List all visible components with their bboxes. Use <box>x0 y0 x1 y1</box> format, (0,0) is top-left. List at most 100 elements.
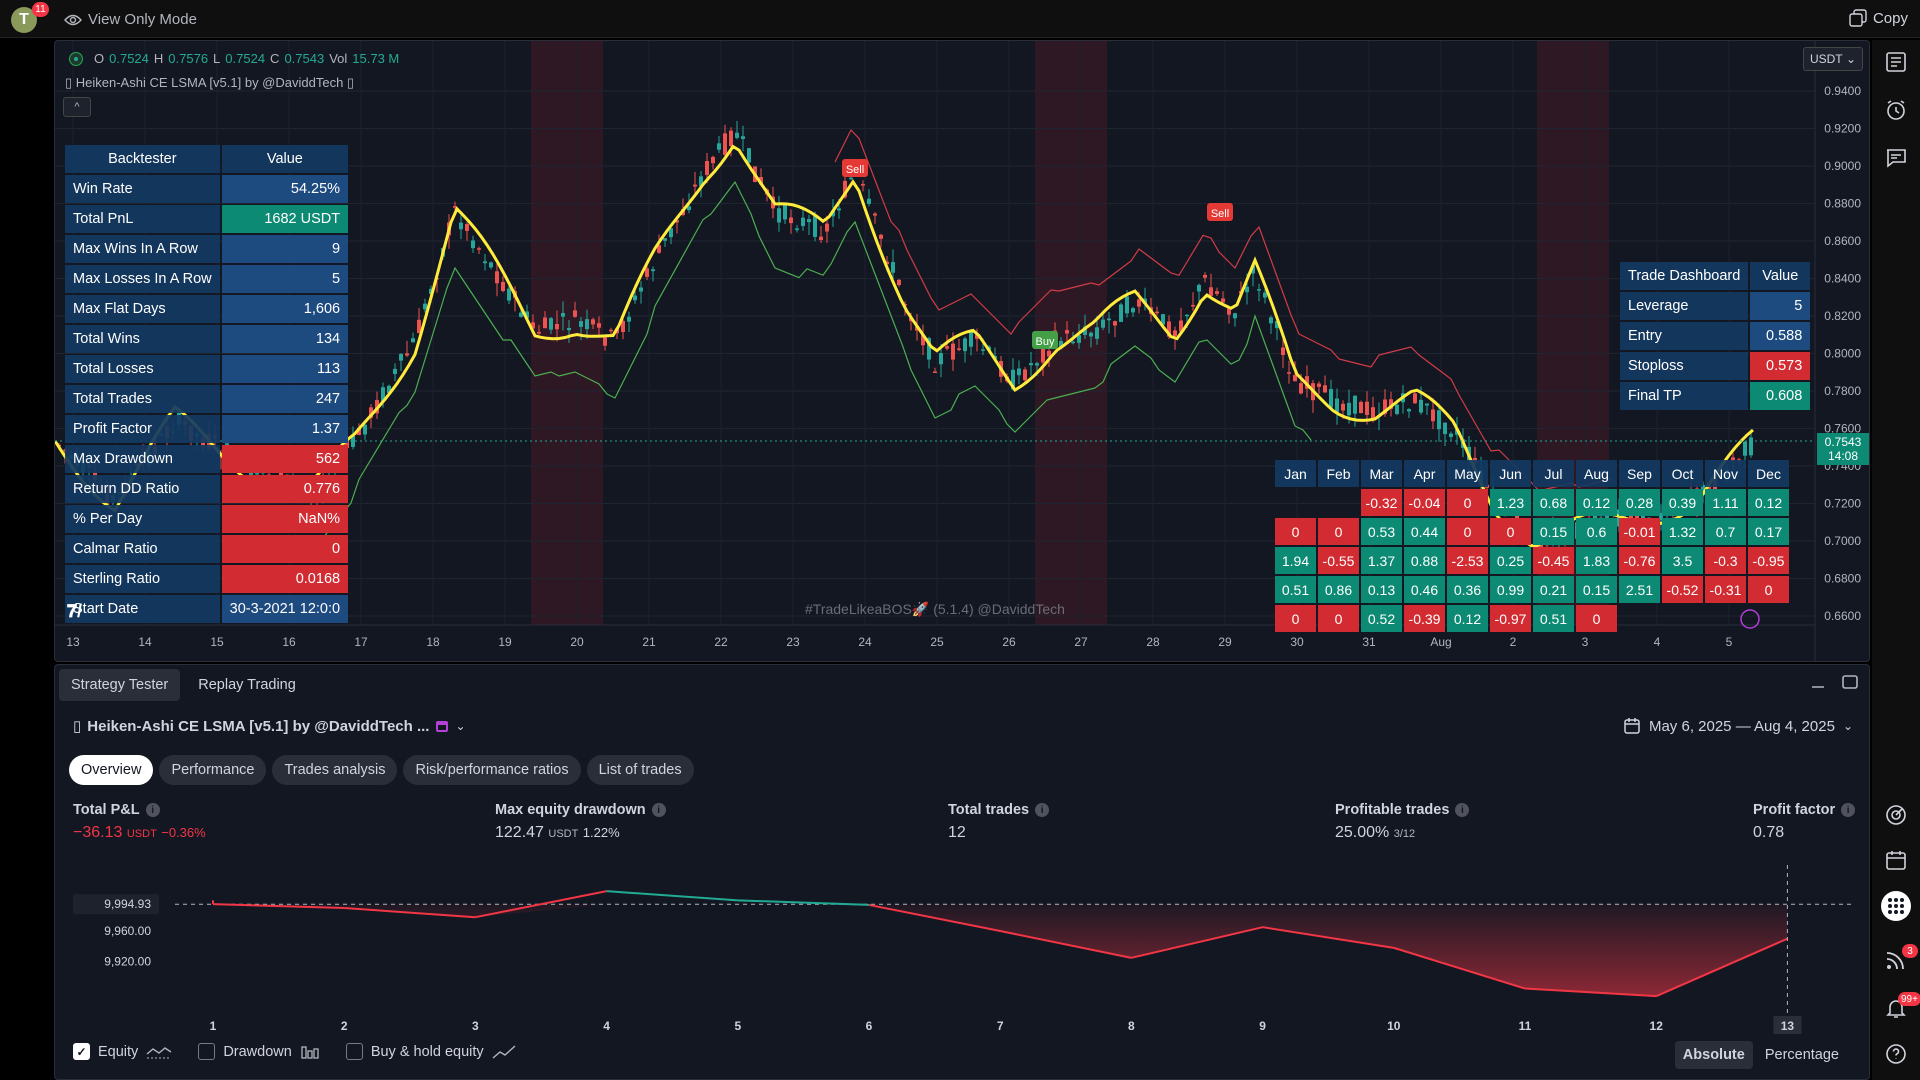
equity-toggle[interactable]: ✓ Equity <box>73 1043 172 1060</box>
currency-select[interactable]: USDT ⌄ <box>1802 47 1863 71</box>
monthly-cell: 0.53 <box>1361 518 1402 545</box>
monthly-cell: 0.99 <box>1490 576 1531 603</box>
backtester-key: Total Wins <box>65 325 220 353</box>
monthly-cell: 0.21 <box>1533 576 1574 603</box>
subtab-performance[interactable]: Performance <box>159 755 267 785</box>
view-only-mode[interactable]: View Only Mode <box>64 11 197 28</box>
monthly-row: 0 0 0.53 0.44 0 0 0.15 0.6 -0.01 1.32 0.7 0.17 <box>1275 518 1789 545</box>
info-icon[interactable]: i <box>651 803 666 817</box>
candle-body <box>1335 398 1339 413</box>
price-chart[interactable]: 0.9400 0.9200 0.9000 0.8800 0.8600 0.8400 0.82… <box>54 40 1870 662</box>
candle-body <box>807 219 811 223</box>
strategy-name[interactable]: ▯ Heiken-Ashi CE LSMA [v5.1] by @DaviddT… <box>73 717 466 736</box>
watchlist-icon[interactable] <box>1884 50 1908 74</box>
candle-body <box>729 130 733 147</box>
backtester-row: Total Wins 134 <box>65 325 349 353</box>
bar-chart-icon <box>301 1045 319 1059</box>
time-tick-label: 16 <box>282 635 296 649</box>
help-icon[interactable] <box>1884 1042 1908 1066</box>
monthly-cell: 0 <box>1318 518 1359 545</box>
monthly-cell: 0.17 <box>1748 518 1789 545</box>
metric-label: Total trades <box>948 802 1030 818</box>
monthly-cell: 2.51 <box>1619 576 1660 603</box>
monthly-cell: 0.7 <box>1705 518 1746 545</box>
copy-icon <box>1849 9 1867 27</box>
trade-dashboard-table: Trade Dashboard Value Leverage 5 Entry 0.58… <box>1618 260 1812 412</box>
backtester-value: 562 <box>221 445 349 473</box>
drawdown-toggle[interactable]: Drawdown <box>198 1043 320 1060</box>
minimize-icon[interactable] <box>1809 673 1827 691</box>
tab-strategy-tester[interactable]: Strategy Tester <box>59 669 181 701</box>
month-header: Jun <box>1490 460 1531 487</box>
monthly-cell: 0.13 <box>1361 576 1402 603</box>
metric-value: 12 <box>948 824 966 841</box>
volume-value: 15.73 M <box>352 51 400 66</box>
trend-line-icon <box>492 1044 516 1059</box>
monthly-cell: 0 <box>1576 605 1617 632</box>
calendar-icon[interactable] <box>1884 848 1908 872</box>
candle-body <box>867 198 871 204</box>
candle-body <box>1137 299 1141 307</box>
candle-body <box>537 331 541 334</box>
candle-body <box>1125 296 1129 314</box>
buyhold-toggle[interactable]: Buy & hold equity <box>345 1043 516 1060</box>
monthly-row: 0 0 0.52 -0.39 0.12 -0.97 0.51 0 <box>1275 605 1789 632</box>
alarm-clock-icon[interactable] <box>1884 98 1908 122</box>
target-icon[interactable] <box>1884 803 1908 827</box>
copy-button[interactable]: Copy <box>1849 9 1908 27</box>
backtester-row: % Per Day NaN% <box>65 505 349 533</box>
candle-body <box>1329 389 1333 408</box>
candle-body <box>1347 402 1351 416</box>
subtab-overview[interactable]: Overview <box>69 755 154 785</box>
candle-body <box>981 349 985 351</box>
apps-grid-icon[interactable] <box>1880 890 1912 922</box>
candle-body <box>1431 409 1435 422</box>
info-icon[interactable]: i <box>145 803 160 817</box>
month-header: Oct <box>1662 460 1703 487</box>
metric-value: 25.00% <box>1335 824 1390 841</box>
equity-line-segment <box>606 890 738 902</box>
chat-icon[interactable] <box>1884 146 1908 170</box>
subtab-list-of-trades[interactable]: List of trades <box>586 755 694 785</box>
tab-replay-trading[interactable]: Replay Trading <box>186 669 308 701</box>
info-icon[interactable]: i <box>1035 803 1050 817</box>
maximize-icon[interactable] <box>1841 673 1859 691</box>
candle-body <box>483 261 487 264</box>
calendar-badge-icon[interactable] <box>435 719 449 733</box>
backtester-row: Profit Factor 1.37 <box>65 415 349 443</box>
checkbox-checked-icon[interactable]: ✓ <box>73 1043 90 1060</box>
strategy-box-icon: ▯ <box>73 718 82 735</box>
monthly-cell: 0 <box>1447 489 1488 516</box>
equity-chart[interactable]: 9,994.939,960.009,920.001 2 3 4 5 6 7 8 9 10 11 12 1… <box>55 865 1870 1035</box>
checkbox-icon[interactable] <box>198 1043 216 1060</box>
monthly-cell: 0.68 <box>1533 489 1574 516</box>
checkbox-icon[interactable] <box>345 1043 363 1060</box>
date-range-picker[interactable]: May 6, 2025 — Aug 4, 2025 ⌄ <box>1623 717 1853 735</box>
time-tick-label: 3 <box>1582 635 1589 649</box>
subtab-trades-analysis[interactable]: Trades analysis <box>272 755 398 785</box>
metric-unit: USDT <box>548 828 579 840</box>
indicator-title[interactable]: ▯ Heiken-Ashi CE LSMA [v5.1] by @DaviddT… <box>65 75 354 91</box>
absolute-button[interactable]: Absolute <box>1674 1041 1753 1069</box>
candle-body <box>471 240 475 249</box>
backtester-key: Max Wins In A Row <box>65 235 220 263</box>
buyhold-label: Buy & hold equity <box>370 1043 484 1060</box>
percentage-button[interactable]: Percentage <box>1757 1041 1847 1069</box>
value-mode-toggle: Absolute Percentage <box>1674 1041 1847 1069</box>
metric-percent: −0.36% <box>161 825 206 840</box>
monthly-cell: -0.01 <box>1619 518 1660 545</box>
x-tick-label: 11 <box>1519 1019 1532 1033</box>
backtester-value: 113 <box>221 355 349 383</box>
collapse-legend-button[interactable]: ^ <box>63 97 91 117</box>
time-tick-label: 4 <box>1654 635 1661 649</box>
info-icon[interactable]: i <box>1455 803 1470 817</box>
candle-body <box>819 236 823 241</box>
chevron-down-icon[interactable]: ⌄ <box>455 719 465 733</box>
candle-body <box>363 424 367 435</box>
current-time-label: 14:08 <box>1828 449 1858 463</box>
backtester-value: 54.25% <box>221 175 349 203</box>
info-icon[interactable]: i <box>1841 803 1856 817</box>
candle-body <box>1041 348 1045 363</box>
subtab-risk-performance[interactable]: Risk/performance ratios <box>403 755 581 785</box>
x-tick-label: 5 <box>734 1019 741 1033</box>
